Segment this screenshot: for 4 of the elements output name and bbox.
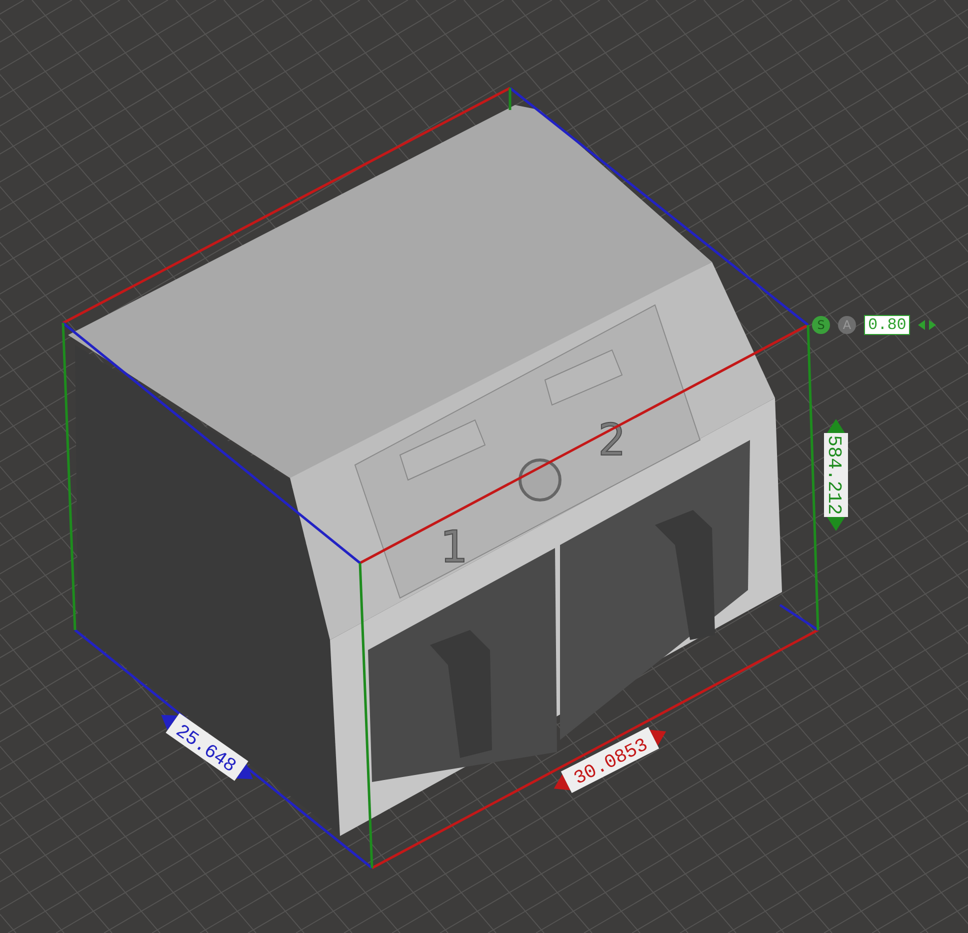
left-right-arrows-icon[interactable] [918,319,936,331]
embossed-number: 2 [598,415,626,466]
snap-value-field[interactable]: 0.80 [864,315,910,335]
embossed-number: 1 [440,522,468,573]
